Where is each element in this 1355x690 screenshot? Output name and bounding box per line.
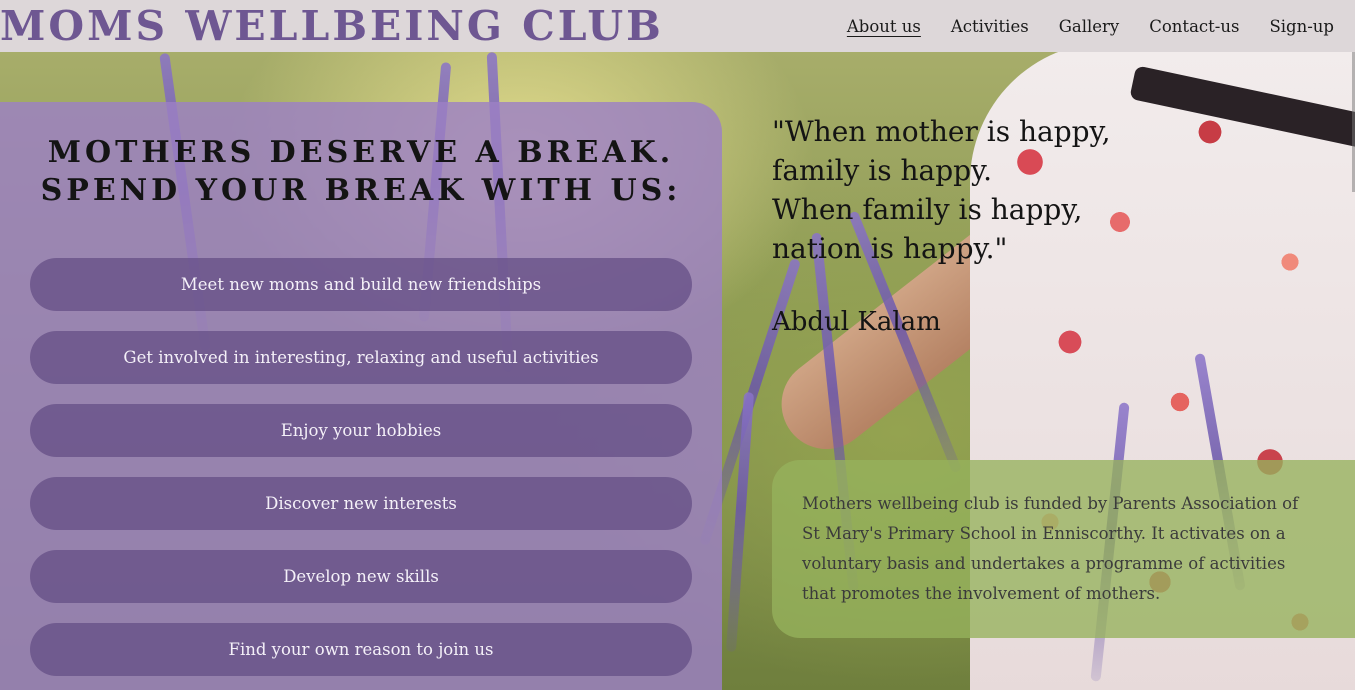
benefits-panel: MOTHERS DESERVE A BREAK. SPEND YOUR BREA… bbox=[0, 102, 722, 690]
quote-line: "When mother is happy, bbox=[772, 115, 1111, 148]
nav-sign-up[interactable]: Sign-up bbox=[1269, 17, 1334, 36]
benefit-pill[interactable]: Discover new interests bbox=[30, 477, 692, 530]
hero-headline: MOTHERS DESERVE A BREAK. SPEND YOUR BREA… bbox=[0, 134, 722, 210]
benefit-pill[interactable]: Meet new moms and build new friendships bbox=[30, 258, 692, 311]
quote-line: nation is happy." bbox=[772, 232, 1008, 265]
benefit-pill[interactable]: Find your own reason to join us bbox=[30, 623, 692, 676]
site-header: MOMS WELLBEING CLUB About us Activities … bbox=[0, 0, 1355, 52]
nav-gallery[interactable]: Gallery bbox=[1059, 17, 1120, 36]
nav-activities[interactable]: Activities bbox=[951, 17, 1029, 36]
headline-line-1: MOTHERS DESERVE A BREAK. bbox=[47, 135, 675, 170]
nav-about-us[interactable]: About us bbox=[847, 17, 921, 36]
club-info-box: Mothers wellbeing club is funded by Pare… bbox=[772, 460, 1355, 638]
benefit-pill[interactable]: Get involved in interesting, relaxing an… bbox=[30, 331, 692, 384]
benefit-pill[interactable]: Enjoy your hobbies bbox=[30, 404, 692, 457]
club-info-text: Mothers wellbeing club is funded by Pare… bbox=[802, 494, 1299, 603]
quote-line: family is happy. bbox=[772, 154, 993, 187]
site-logo[interactable]: MOMS WELLBEING CLUB bbox=[0, 0, 664, 52]
hero-quote: "When mother is happy, family is happy. … bbox=[772, 112, 1111, 268]
main-nav: About us Activities Gallery Contact-us S… bbox=[817, 17, 1355, 36]
quote-author: Abdul Kalam bbox=[772, 307, 941, 337]
nav-contact-us[interactable]: Contact-us bbox=[1149, 17, 1239, 36]
headline-line-2: SPEND YOUR BREAK WITH US: bbox=[40, 173, 682, 208]
benefit-pill[interactable]: Develop new skills bbox=[30, 550, 692, 603]
quote-line: When family is happy, bbox=[772, 193, 1083, 226]
